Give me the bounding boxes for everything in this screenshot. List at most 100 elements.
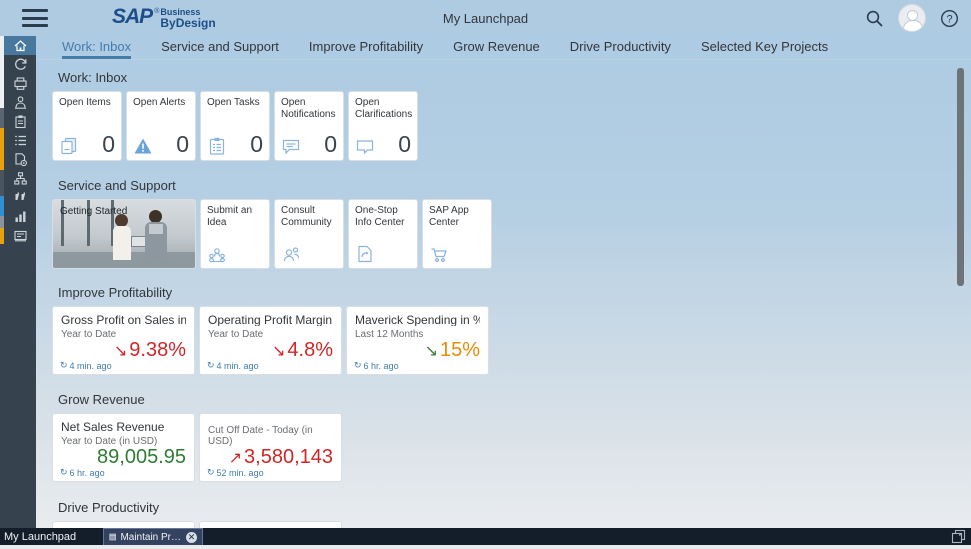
logo-registered-mark: ® [154, 8, 159, 15]
tile-partial[interactable] [52, 521, 195, 528]
kpi-refresh-footer: ↻6 hr. ago [60, 467, 105, 478]
sidebar-item-people[interactable] [4, 93, 36, 112]
tile-open-alerts[interactable]: Open Alerts 0 [126, 91, 196, 161]
sidebar-item-org-chart[interactable] [4, 169, 36, 188]
kpi-refresh-footer: ↻52 min. ago [207, 467, 264, 478]
section-drive-productivity: Drive Productivity [36, 500, 971, 528]
trend-down-icon: ↘ [272, 343, 285, 360]
tab-improve-profitability[interactable]: Improve Profitability [309, 39, 423, 59]
tile-title: Open Items [59, 97, 115, 109]
sidebar-item-document-settings[interactable] [4, 150, 36, 169]
printer-icon [13, 76, 28, 91]
tile-sap-app-center[interactable]: SAP App Center [422, 199, 492, 269]
window-overview-icon[interactable] [951, 529, 966, 549]
tile-getting-started[interactable]: Getting Started [52, 199, 196, 269]
section-title: Service and Support [58, 178, 971, 193]
tile-count: 0 [250, 133, 263, 156]
tile-one-stop-info-center[interactable]: One-Stop Info Center [348, 199, 418, 269]
section-service-support: Service and Support [36, 178, 971, 269]
history-icon [13, 57, 28, 72]
launchpad-tabbar: Work: Inbox Service and Support Improve … [36, 36, 971, 60]
kpi-refresh-footer: ↻4 min. ago [60, 360, 112, 371]
kpi-title: Gross Profit on Sales in % [61, 313, 186, 326]
close-icon[interactable]: ✕ [186, 532, 197, 543]
tile-open-items[interactable]: Open Items 0 [52, 91, 122, 161]
window-icon [109, 532, 116, 542]
kpi-tile-ar-overdue-amounts[interactable]: A/R - Overdue Amounts Cut Off Date - Tod… [199, 413, 342, 482]
tile-title: Open Notifications [281, 97, 337, 121]
refresh-icon: ↻ [354, 360, 362, 371]
cash-register-icon [13, 228, 28, 243]
sidebar-item-clipboard[interactable] [4, 112, 36, 131]
notification-icon [281, 136, 301, 156]
section-title: Drive Productivity [58, 500, 971, 515]
avatar-body [903, 20, 923, 32]
tile-partial[interactable] [199, 521, 342, 528]
vertical-scrollbar[interactable] [957, 68, 964, 286]
launchpad-content: Work: Inbox Service and Support Improve … [36, 36, 971, 528]
tab-selected-key-projects[interactable]: Selected Key Projects [701, 39, 828, 59]
tile-title: Open Tasks [207, 97, 263, 109]
idea-people-icon [207, 244, 227, 264]
tab-grow-revenue[interactable]: Grow Revenue [453, 39, 540, 59]
tab-work-inbox[interactable]: Work: Inbox [62, 39, 131, 59]
tile-open-clarifications[interactable]: Open Clarifications 0 [348, 91, 418, 161]
tile-count: 0 [324, 133, 337, 156]
sap-bydesign-logo: SAP ® Business ByDesign [112, 7, 216, 29]
documents-icon [59, 136, 79, 156]
cart-icon [429, 244, 449, 264]
tile-open-notifications[interactable]: Open Notifications 0 [274, 91, 344, 161]
kpi-title: Maverick Spending in % [355, 313, 480, 326]
tile-count: 0 [398, 133, 411, 156]
community-icon [281, 244, 301, 264]
sidebar-item-register[interactable] [4, 226, 36, 245]
kpi-tile-gross-profit[interactable]: Gross Profit on Sales in % Year to Date … [52, 306, 195, 375]
sidebar-item-list[interactable] [4, 131, 36, 150]
sidebar-item-feedback[interactable] [4, 188, 36, 207]
help-icon[interactable]: ? [940, 9, 959, 28]
kpi-refresh-footer: ↻6 hr. ago [354, 360, 399, 371]
kpi-tile-net-sales-revenue[interactable]: Net Sales Revenue Year to Date (in USD) … [52, 413, 195, 482]
sidebar-item-printer[interactable] [4, 74, 36, 93]
tile-submit-an-idea[interactable]: Submit an Idea [200, 199, 270, 269]
tile-title: Submit an Idea [207, 205, 263, 229]
section-grow-revenue: Grow Revenue Net Sales Revenue Year to D… [36, 392, 971, 482]
refresh-icon: ↻ [60, 360, 68, 371]
section-work-inbox: Work: Inbox Open Items 0 Open Alerts 0 O… [36, 70, 971, 161]
tab-service-and-support[interactable]: Service and Support [161, 39, 279, 59]
sidebar-item-history[interactable] [4, 55, 36, 74]
clarification-icon [355, 136, 375, 156]
sidebar-item-analytics[interactable] [4, 207, 36, 226]
document-settings-icon [13, 152, 28, 167]
user-avatar[interactable] [898, 4, 926, 32]
tile-consult-community[interactable]: Consult Community [274, 199, 344, 269]
tile-title: SAP App Center [429, 205, 485, 229]
taskbar-tab-label: Maintain Project:... [120, 532, 182, 543]
tab-drive-productivity[interactable]: Drive Productivity [570, 39, 671, 59]
tile-count: 0 [176, 133, 189, 156]
refresh-icon: ↻ [207, 467, 215, 478]
section-improve-profitability: Improve Profitability Gross Profit on Sa… [36, 285, 971, 375]
search-icon[interactable] [865, 9, 884, 28]
list-icon [13, 133, 28, 148]
tile-open-tasks[interactable]: Open Tasks 0 [200, 91, 270, 161]
sidebar-item-home[interactable] [4, 36, 36, 55]
home-icon [13, 38, 28, 53]
menu-icon[interactable] [22, 9, 48, 27]
kpi-tile-maverick-spending[interactable]: Maverick Spending in % Last 12 Months ↘1… [346, 306, 489, 375]
bottom-taskbar: My Launchpad Maintain Project:... ✕ [0, 528, 971, 545]
taskbar-tab-maintain-project[interactable]: Maintain Project:... ✕ [103, 528, 203, 545]
trend-up-icon: ↗ [229, 450, 242, 467]
taskbar-home-button[interactable]: My Launchpad [4, 531, 103, 543]
section-title: Improve Profitability [58, 285, 971, 300]
navigation-sidebar [0, 36, 36, 528]
kpi-title: A/R - Overdue Amounts [208, 420, 333, 422]
logo-bydesign-text: ByDesign [160, 17, 215, 29]
people-icon [13, 95, 28, 110]
tile-title: One-Stop Info Center [355, 205, 411, 229]
feedback-quotes-icon [13, 190, 28, 205]
refresh-icon: ↻ [207, 360, 215, 371]
kpi-tile-operating-profit-margin[interactable]: Operating Profit Margin Year to Date ↘4.… [199, 306, 342, 375]
kpi-title: Net Sales Revenue [61, 420, 186, 433]
section-title: Grow Revenue [58, 392, 971, 407]
